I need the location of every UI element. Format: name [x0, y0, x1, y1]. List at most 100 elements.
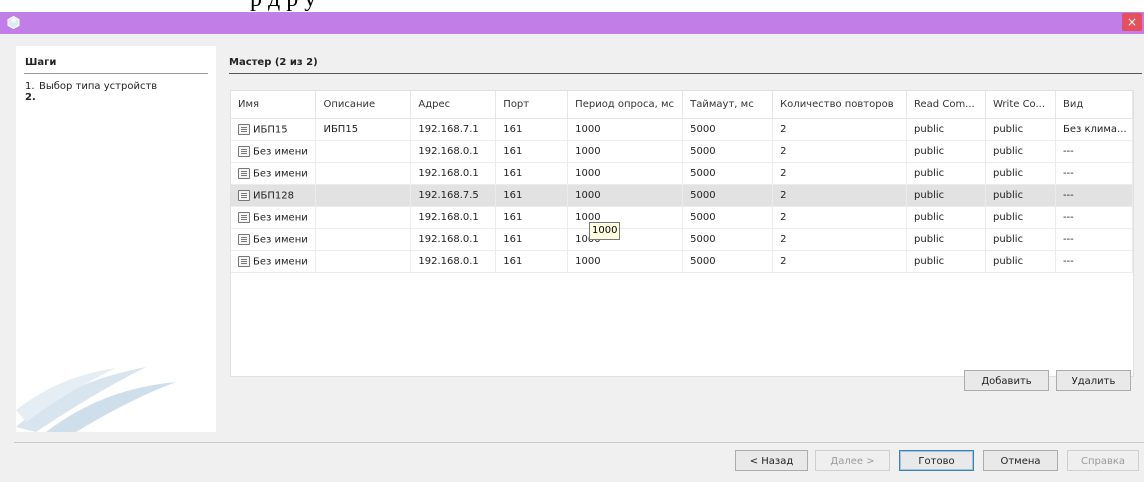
remove-button[interactable]: Удалить [1056, 370, 1131, 391]
cell-write-community[interactable]: public [985, 206, 1056, 229]
cell-port[interactable]: 161 [495, 228, 569, 251]
column-header-read-community[interactable]: Read Com... [906, 91, 986, 119]
cell-port[interactable]: 161 [495, 250, 569, 273]
cell-name[interactable]: ИБП15 [231, 118, 317, 141]
help-button[interactable]: Справка [1067, 450, 1139, 471]
cancel-button[interactable]: Отмена [983, 450, 1058, 471]
cell-type[interactable]: --- [1055, 140, 1133, 163]
cell-timeout[interactable]: 5000 [682, 140, 774, 163]
cell-address[interactable]: 192.168.0.1 [410, 228, 497, 251]
cell-description[interactable] [315, 206, 412, 229]
cell-read-community[interactable]: public [906, 118, 986, 141]
column-header-name[interactable]: Имя [231, 91, 317, 119]
cell-timeout[interactable]: 5000 [682, 184, 774, 207]
cell-write-community[interactable]: public [985, 250, 1056, 273]
cell-description[interactable] [315, 162, 412, 185]
cell-name[interactable]: Без имени [231, 140, 317, 163]
column-header-description[interactable]: Описание [315, 91, 412, 119]
step-1: 1. Выбор типа устройств [25, 81, 157, 92]
cell-poll-period[interactable]: 1000 [567, 162, 684, 185]
table-row[interactable]: Без имени 192.168.0.1 161 1000 5000 2 public pu… [231, 250, 1133, 273]
column-header-port[interactable]: Порт [495, 91, 569, 119]
cell-type[interactable]: --- [1055, 162, 1133, 185]
cell-port[interactable]: 161 [495, 162, 569, 185]
cell-address[interactable]: 192.168.0.1 [410, 140, 497, 163]
cell-write-community[interactable]: public [985, 228, 1056, 251]
cell-write-community[interactable]: public [985, 140, 1056, 163]
cell-address[interactable]: 192.168.0.1 [410, 162, 497, 185]
table-row[interactable]: ИБП15 ИБП15 192.168.7.1 161 1000 5000 2 public p… [231, 118, 1133, 141]
cell-retries[interactable]: 2 [772, 184, 908, 207]
table-row[interactable]: ИБП128 192.168.7.5 161 1000 5000 2 public publi… [231, 184, 1133, 207]
finish-button[interactable]: Готово [899, 450, 974, 471]
cell-type[interactable]: --- [1055, 228, 1133, 251]
cell-type[interactable]: --- [1055, 206, 1133, 229]
cell-port[interactable]: 161 [495, 118, 569, 141]
cell-timeout[interactable]: 5000 [682, 228, 774, 251]
cell-retries[interactable]: 2 [772, 228, 908, 251]
cell-timeout[interactable]: 5000 [682, 250, 774, 273]
title-bar[interactable]: × [0, 12, 1144, 34]
cell-port[interactable]: 161 [495, 140, 569, 163]
cell-address[interactable]: 192.168.0.1 [410, 250, 497, 273]
cell-read-community[interactable]: public [906, 184, 986, 207]
cell-tooltip: 1000 [589, 222, 621, 240]
cell-poll-period[interactable]: 1000 [567, 118, 684, 141]
cell-address[interactable]: 192.168.7.5 [410, 184, 497, 207]
cell-name[interactable]: ИБП128 [231, 184, 317, 207]
cell-read-community[interactable]: public [906, 250, 986, 273]
cell-description[interactable] [315, 228, 412, 251]
cell-timeout[interactable]: 5000 [682, 162, 774, 185]
cell-retries[interactable]: 2 [772, 206, 908, 229]
cell-timeout[interactable]: 5000 [682, 206, 774, 229]
cell-read-community[interactable]: public [906, 228, 986, 251]
cell-type[interactable]: --- [1055, 250, 1133, 273]
column-header-write-community[interactable]: Write Co... [985, 91, 1056, 119]
column-header-timeout[interactable]: Таймаут, мс [682, 91, 774, 119]
cell-poll-period[interactable]: 1000 [567, 184, 684, 207]
cell-address[interactable]: 192.168.7.1 [410, 118, 497, 141]
cell-read-community[interactable]: public [906, 162, 986, 185]
table-header-row: Имя Описание Адрес Порт Период опроса, м… [231, 91, 1133, 119]
cell-port[interactable]: 161 [495, 184, 569, 207]
cell-type[interactable]: Без клима... [1055, 118, 1133, 141]
cell-name[interactable]: Без имени [231, 250, 317, 273]
cell-retries[interactable]: 2 [772, 162, 908, 185]
next-button[interactable]: Далее > [815, 450, 890, 471]
table-row[interactable]: Без имени 192.168.0.1 161 1000 5000 2 public pu… [231, 228, 1133, 251]
table-row[interactable]: Без имени 192.168.0.1 161 1000 5000 2 public pu… [231, 162, 1133, 185]
cell-write-community[interactable]: public [985, 118, 1056, 141]
back-button[interactable]: < Назад [735, 450, 808, 471]
table-row[interactable]: Без имени 192.168.0.1 161 1000 5000 2 public pu… [231, 140, 1133, 163]
cell-type[interactable]: --- [1055, 184, 1133, 207]
add-button[interactable]: Добавить [964, 370, 1049, 391]
cell-timeout[interactable]: 5000 [682, 118, 774, 141]
cell-description[interactable] [315, 184, 412, 207]
cell-write-community[interactable]: public [985, 184, 1056, 207]
cell-retries[interactable]: 2 [772, 140, 908, 163]
cell-read-community[interactable]: public [906, 206, 986, 229]
cell-name[interactable]: Без имени [231, 162, 317, 185]
device-icon [238, 189, 250, 201]
cell-write-community[interactable]: public [985, 162, 1056, 185]
column-header-address[interactable]: Адрес [410, 91, 497, 119]
cell-poll-period[interactable]: 1000 [567, 250, 684, 273]
cell-poll-period[interactable]: 1000 [567, 228, 684, 251]
column-header-retries[interactable]: Количество повторов [772, 91, 908, 119]
column-header-poll-period[interactable]: Период опроса, мс [567, 91, 684, 119]
cell-description[interactable]: ИБП15 [315, 118, 412, 141]
cell-read-community[interactable]: public [906, 140, 986, 163]
cell-poll-period[interactable]: 1000 [567, 140, 684, 163]
close-button[interactable]: × [1122, 13, 1142, 31]
cell-retries[interactable]: 2 [772, 250, 908, 273]
table-row[interactable]: Без имени 192.168.0.1 161 1000 5000 2 public pu… [231, 206, 1133, 229]
cell-retries[interactable]: 2 [772, 118, 908, 141]
cell-name[interactable]: Без имени [231, 228, 317, 251]
cell-port[interactable]: 161 [495, 206, 569, 229]
cell-poll-period[interactable]: 1000 [567, 206, 684, 229]
cell-description[interactable] [315, 140, 412, 163]
cell-name[interactable]: Без имени [231, 206, 317, 229]
cell-address[interactable]: 192.168.0.1 [410, 206, 497, 229]
column-header-type[interactable]: Вид [1055, 91, 1133, 119]
cell-description[interactable] [315, 250, 412, 273]
